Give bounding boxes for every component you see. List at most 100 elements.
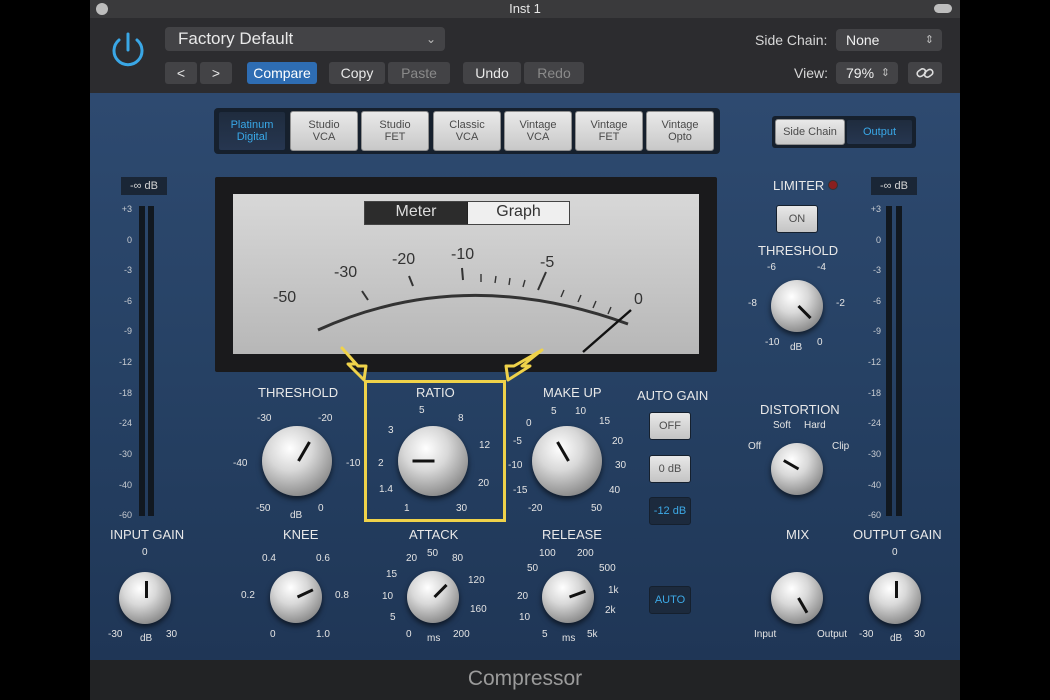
attack-label: ATTACK: [409, 527, 459, 542]
limiter-threshold-label: THRESHOLD: [758, 243, 839, 258]
meter-scale-label: -18: [867, 388, 881, 398]
release-knob[interactable]: [542, 571, 594, 623]
meter-scale: [317, 267, 632, 353]
meter-scale-label: -30: [867, 449, 881, 459]
distortion-knob[interactable]: [771, 443, 823, 495]
knob-tick-label: 8: [458, 413, 464, 424]
knee-knob[interactable]: [270, 571, 322, 623]
auto-gain-off-button[interactable]: OFF: [649, 412, 691, 440]
knob-tick-label: 5: [419, 405, 425, 416]
plugin-name-footer: Compressor: [90, 660, 960, 700]
meter-scale-label: -12: [118, 357, 132, 367]
mix-knob[interactable]: [771, 572, 823, 624]
attack-knob[interactable]: [407, 571, 459, 623]
knob-tick-label: 30: [615, 460, 627, 471]
mix-output-label: Output: [817, 629, 848, 640]
knob-tick-label: 0.8: [335, 590, 349, 601]
knob-unit-label: ms: [562, 633, 576, 644]
knob-tick-label: 15: [386, 569, 398, 580]
auto-gain-label: AUTO GAIN: [637, 388, 709, 403]
meter-scale-label: -18: [118, 388, 132, 398]
meter-label: -30: [334, 264, 358, 281]
limiter-led-icon: [828, 180, 838, 190]
knob-tick-label: -10: [765, 337, 780, 348]
knob-tick-label: -20: [528, 503, 543, 514]
threshold-label: THRESHOLD: [258, 385, 339, 400]
knob-tick-label: 30: [166, 629, 178, 640]
model-line2: FET: [384, 131, 406, 143]
knob-tick-label: -40: [233, 458, 248, 469]
limiter-label: LIMITER: [773, 178, 825, 193]
input-meter-bar-right: [148, 206, 154, 516]
model-vintage-vca-button[interactable]: Vintage VCA: [504, 111, 572, 151]
limiter-threshold-knob[interactable]: [771, 280, 823, 332]
threshold-knob[interactable]: [262, 426, 332, 496]
knob-tick-label: -10: [508, 460, 523, 471]
knob-tick-label: 40: [609, 485, 621, 496]
meter-scale-label: -6: [872, 296, 881, 306]
model-vintage-opto-button[interactable]: Vintage Opto: [646, 111, 714, 151]
knob-tick-label: 0: [406, 629, 412, 640]
knob-tick-label: 1.0: [316, 629, 330, 640]
meter-scale-label: 0: [875, 235, 881, 245]
knob-unit-label: dB: [290, 510, 303, 521]
meter-scale-label: -3: [123, 265, 132, 275]
knob-tick-label: 100: [539, 548, 556, 559]
meter-label: 0: [634, 291, 643, 308]
ratio-label: RATIO: [416, 385, 455, 400]
auto-gain-0db-button[interactable]: 0 dB: [649, 455, 691, 483]
knob-tick-label: -10: [346, 458, 361, 469]
meter-scale-label: -24: [867, 418, 881, 428]
knob-tick-label: 20: [406, 553, 418, 564]
knob-tick-label: 10: [382, 591, 394, 602]
release-label: RELEASE: [542, 527, 602, 542]
meter-scale-label: -12: [867, 357, 881, 367]
side-chain-view-button[interactable]: Side Chain: [775, 119, 845, 145]
knob-tick-label: 2k: [605, 605, 616, 616]
limiter-on-button[interactable]: ON: [776, 205, 818, 233]
meter-scale-label: -9: [123, 326, 132, 336]
meter-scale-label: -40: [867, 480, 881, 490]
model-classic-vca-button[interactable]: Classic VCA: [433, 111, 501, 151]
model-line1: Classic: [449, 119, 485, 131]
knob-unit-label: dB: [140, 633, 153, 644]
knob-tick-label: 5: [390, 612, 396, 623]
model-studio-fet-button[interactable]: Studio FET: [361, 111, 429, 151]
auto-release-button[interactable]: AUTO: [649, 586, 691, 614]
output-gain-knob[interactable]: [869, 572, 921, 624]
input-gain-knob[interactable]: [119, 572, 171, 624]
model-studio-vca-button[interactable]: Studio VCA: [290, 111, 358, 151]
knob-tick-label: -4: [817, 262, 826, 273]
meter-label: -10: [451, 246, 475, 263]
knob-tick-label: 0: [142, 547, 148, 558]
knob-tick-label: 0.6: [316, 553, 330, 564]
makeup-knob[interactable]: [532, 426, 602, 496]
knob-tick-label: -2: [836, 298, 845, 309]
ratio-knob[interactable]: [398, 426, 468, 496]
distortion-clip-label: Clip: [832, 441, 850, 452]
knob-tick-label: 10: [519, 612, 531, 623]
model-line1: Vintage: [590, 119, 628, 131]
model-platinum-digital-button[interactable]: Platinum Digital: [218, 111, 286, 151]
output-view-button[interactable]: Output: [846, 119, 913, 145]
input-meter-bar-left: [139, 206, 145, 516]
input-gain-label: INPUT GAIN: [110, 527, 185, 542]
knob-tick-label: 5: [551, 406, 557, 417]
model-line1: Studio: [379, 119, 411, 131]
knob-tick-label: 0.2: [241, 590, 255, 601]
model-line2: VCA: [526, 131, 550, 143]
model-vintage-fet-button[interactable]: Vintage FET: [575, 111, 643, 151]
knob-tick-label: 80: [452, 553, 464, 564]
knob-tick-label: 20: [612, 436, 624, 447]
knob-tick-label: 5: [542, 629, 548, 640]
meter-label: -20: [392, 251, 416, 268]
auto-gain-minus12-button[interactable]: -12 dB: [649, 497, 691, 525]
output-level-readout: -∞ dB: [871, 177, 917, 195]
output-gain-label: OUTPUT GAIN: [853, 527, 942, 542]
knob-tick-label: 200: [453, 629, 470, 640]
knob-tick-label: 1.4: [379, 484, 393, 495]
model-line1: Vintage: [661, 119, 699, 131]
meter-scale-label: -3: [872, 265, 881, 275]
meter-scale-label: -40: [118, 480, 132, 490]
knob-tick-label: -15: [513, 485, 528, 496]
